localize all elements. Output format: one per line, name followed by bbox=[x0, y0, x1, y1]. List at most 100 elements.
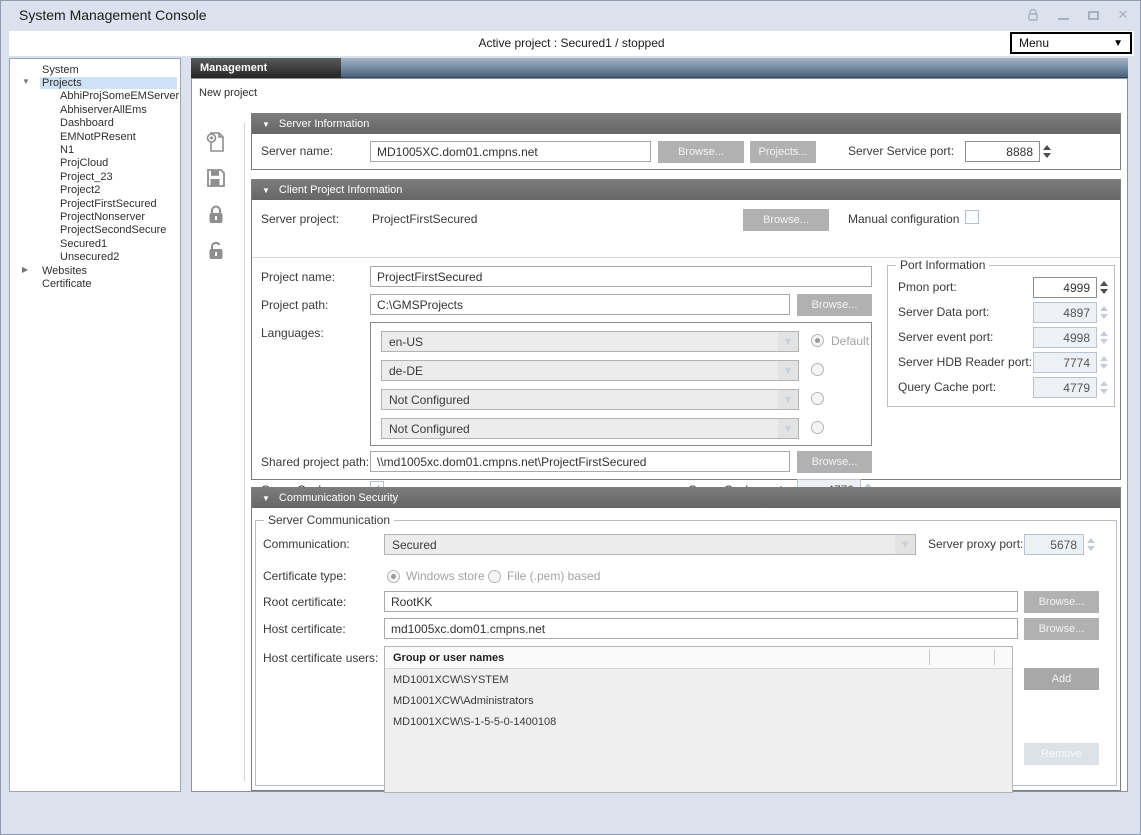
system-management-console-window: { "glyphs": { "collapse": "▼", "tree_exp… bbox=[0, 0, 1141, 835]
projects-button[interactable]: Projects... bbox=[750, 141, 816, 163]
server-hdb-reader-port-stepper: 7774 bbox=[1033, 352, 1108, 373]
section-server-information: ▼ Server Information Server name: MD1005… bbox=[251, 113, 1121, 170]
shared-project-path-input[interactable]: \\md1005xc.dom01.cmpns.net\ProjectFirstS… bbox=[370, 451, 790, 472]
row-divider bbox=[252, 257, 1120, 258]
close-button[interactable]: ✕ bbox=[1116, 8, 1130, 22]
root-certificate-label: Root certificate: bbox=[263, 595, 346, 609]
root-certificate-input[interactable]: RootKK bbox=[384, 591, 1018, 612]
server-proxy-port-label: Server proxy port: bbox=[928, 537, 1023, 551]
default-language-radio-2 bbox=[811, 363, 824, 376]
service-port-stepper[interactable]: 8888 bbox=[965, 141, 1051, 162]
server-name-input[interactable]: MD1005XC.dom01.cmpns.net bbox=[370, 141, 651, 162]
tree-item-project[interactable]: ProjectSecondSecure bbox=[10, 224, 180, 237]
tree-item-project[interactable]: AbhiProjSomeEMServer bbox=[10, 90, 180, 103]
menu-dropdown[interactable]: Menu ▼ bbox=[1010, 32, 1132, 54]
tree-item-system[interactable]: System bbox=[10, 63, 180, 76]
root-certificate-browse-button[interactable]: Browse... bbox=[1024, 591, 1099, 613]
tree-item-websites[interactable]: ▶ Websites bbox=[10, 264, 180, 277]
server-project-value: ProjectFirstSecured bbox=[372, 212, 477, 226]
server-proxy-port-stepper: 5678 bbox=[1024, 534, 1095, 555]
status-strip: Active project : Secured1 / stopped Menu… bbox=[9, 31, 1134, 56]
save-icon bbox=[206, 168, 226, 188]
shared-project-path-label: Shared project path: bbox=[261, 455, 369, 469]
save-button[interactable] bbox=[203, 165, 229, 191]
tree-item-project[interactable]: Project_23 bbox=[10, 170, 180, 183]
users-list-header: Group or user names bbox=[385, 647, 1012, 669]
server-information-header[interactable]: ▼ Server Information bbox=[252, 114, 1120, 134]
section-communication-security: ▼ Communication Security Server Communic… bbox=[251, 487, 1121, 791]
tree-collapsed-icon[interactable]: ▶ bbox=[22, 265, 34, 274]
server-project-browse-button[interactable]: Browse... bbox=[743, 209, 829, 231]
certificate-users-list[interactable]: Group or user names MD1001XCW\SYSTEM MD1… bbox=[384, 646, 1013, 793]
lock-project-button[interactable] bbox=[203, 201, 229, 227]
project-path-label: Project path: bbox=[261, 298, 328, 312]
lock-icon bbox=[206, 204, 226, 225]
language-dropdown-2[interactable]: de-DE ▼ bbox=[381, 360, 799, 381]
shared-path-browse-button[interactable]: Browse... bbox=[797, 451, 872, 473]
tree-expanded-icon[interactable]: ▼ bbox=[22, 77, 34, 86]
spinner-arrows[interactable] bbox=[1100, 281, 1108, 294]
tree-item-project[interactable]: N1 bbox=[10, 143, 180, 156]
section-client-project-information: ▼ Client Project Information Server proj… bbox=[251, 179, 1121, 480]
collapse-icon: ▼ bbox=[262, 494, 270, 503]
project-path-input[interactable]: C:\GMSProjects bbox=[370, 294, 790, 315]
spinner-arrows[interactable] bbox=[1043, 145, 1051, 158]
manual-configuration-checkbox[interactable] bbox=[965, 210, 979, 224]
chevron-down-icon: ▼ bbox=[1113, 38, 1123, 49]
active-project-label: Active project : Secured1 / stopped bbox=[9, 36, 1134, 50]
user-list-item[interactable]: MD1001XCW\SYSTEM bbox=[385, 669, 1012, 690]
tree-item-project[interactable]: Secured1 bbox=[10, 237, 180, 250]
pmon-port-stepper[interactable]: 4999 bbox=[1033, 277, 1108, 298]
unlock-icon bbox=[206, 240, 226, 261]
server-browse-button[interactable]: Browse... bbox=[658, 141, 744, 163]
tree-item-project[interactable]: ProjectFirstSecured bbox=[10, 197, 180, 210]
pem-file-label: File (.pem) based bbox=[507, 569, 600, 583]
chevron-down-icon: ▼ bbox=[778, 419, 798, 438]
language-dropdown-1[interactable]: en-US ▼ bbox=[381, 331, 799, 352]
server-project-label: Server project: bbox=[261, 212, 339, 226]
default-language-radio-4 bbox=[811, 421, 824, 434]
tree-item-project[interactable]: EMNotPResent bbox=[10, 130, 180, 143]
languages-label: Languages: bbox=[261, 326, 324, 340]
new-project-button[interactable] bbox=[203, 129, 229, 155]
default-language-radio-3 bbox=[811, 392, 824, 405]
title-bar: System Management Console ✕ bbox=[1, 1, 1140, 31]
spinner-arrows bbox=[1100, 331, 1108, 344]
tree-item-project[interactable]: ProjCloud bbox=[10, 157, 180, 170]
user-list-item[interactable]: MD1001XCW\S-1-5-5-0-1400108 bbox=[385, 711, 1012, 732]
host-certificate-input[interactable]: md1005xc.dom01.cmpns.net bbox=[384, 618, 1018, 639]
client-project-header[interactable]: ▼ Client Project Information bbox=[252, 180, 1120, 200]
maximize-button[interactable] bbox=[1086, 8, 1100, 22]
certificate-type-label: Certificate type: bbox=[263, 569, 346, 583]
chevron-down-icon: ▼ bbox=[778, 332, 798, 351]
host-certificate-browse-button[interactable]: Browse... bbox=[1024, 618, 1099, 640]
tree-item-certificate[interactable]: Certificate bbox=[10, 277, 180, 290]
language-dropdown-3[interactable]: Not Configured ▼ bbox=[381, 389, 799, 410]
default-label: Default bbox=[831, 334, 869, 348]
minimize-button[interactable] bbox=[1056, 8, 1070, 22]
tree-item-project[interactable]: ProjectNonserver bbox=[10, 210, 180, 223]
tree-item-projects[interactable]: ▼ Projects bbox=[10, 76, 180, 89]
host-certificate-label: Host certificate: bbox=[263, 622, 346, 636]
tree-item-project[interactable]: Project2 bbox=[10, 184, 180, 197]
language-dropdown-4[interactable]: Not Configured ▼ bbox=[381, 418, 799, 439]
server-event-port-stepper: 4998 bbox=[1033, 327, 1108, 348]
communication-dropdown[interactable]: Secured ▼ bbox=[384, 534, 916, 555]
tab-strip: Management bbox=[191, 58, 1128, 78]
server-communication-group: Server Communication Communication: Secu… bbox=[255, 520, 1117, 786]
pem-file-radio bbox=[488, 570, 501, 583]
tree-item-project[interactable]: AbhiserverAllEms bbox=[10, 103, 180, 116]
tree-item-project[interactable]: Dashboard bbox=[10, 117, 180, 130]
user-list-item[interactable]: MD1001XCW\Administrators bbox=[385, 690, 1012, 711]
tree-item-project[interactable]: Unsecured2 bbox=[10, 250, 180, 263]
unlock-project-button[interactable] bbox=[203, 237, 229, 263]
remove-user-button: Remove bbox=[1024, 743, 1099, 765]
add-user-button[interactable]: Add bbox=[1024, 668, 1099, 690]
window-controls: ✕ bbox=[1026, 8, 1130, 22]
project-name-input[interactable]: ProjectFirstSecured bbox=[370, 266, 872, 287]
project-path-browse-button[interactable]: Browse... bbox=[797, 294, 872, 316]
collapse-icon: ▼ bbox=[262, 186, 270, 195]
host-certificate-users-label: Host certificate users: bbox=[263, 651, 378, 665]
communication-security-header[interactable]: ▼ Communication Security bbox=[252, 488, 1120, 508]
tab-management[interactable]: Management bbox=[191, 58, 341, 78]
